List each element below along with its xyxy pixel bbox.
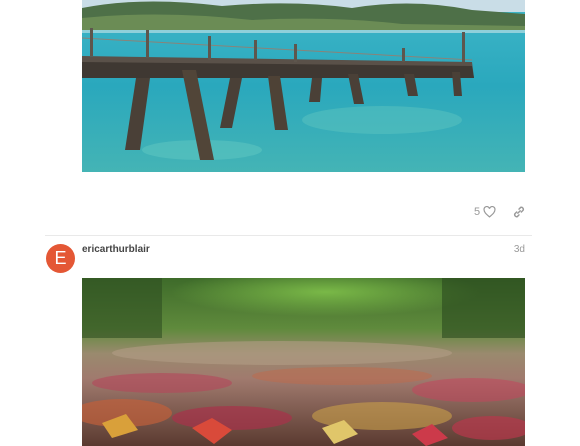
post-time[interactable]: 3d xyxy=(514,244,525,255)
post-divider xyxy=(45,235,532,236)
leaves-photo xyxy=(82,278,525,446)
post-image-leaves[interactable] xyxy=(82,278,525,446)
post-actions: 5 xyxy=(0,203,580,221)
post-username[interactable]: ericarthurblair xyxy=(82,244,150,255)
avatar[interactable]: E xyxy=(46,244,75,273)
avatar-letter: E xyxy=(54,248,67,268)
link-icon[interactable] xyxy=(512,205,526,219)
post-image-pier[interactable] xyxy=(82,0,525,172)
like-count: 5 xyxy=(474,206,481,218)
heart-icon xyxy=(483,206,496,218)
like-button[interactable]: 5 xyxy=(474,203,496,221)
pier-photo xyxy=(82,0,525,172)
